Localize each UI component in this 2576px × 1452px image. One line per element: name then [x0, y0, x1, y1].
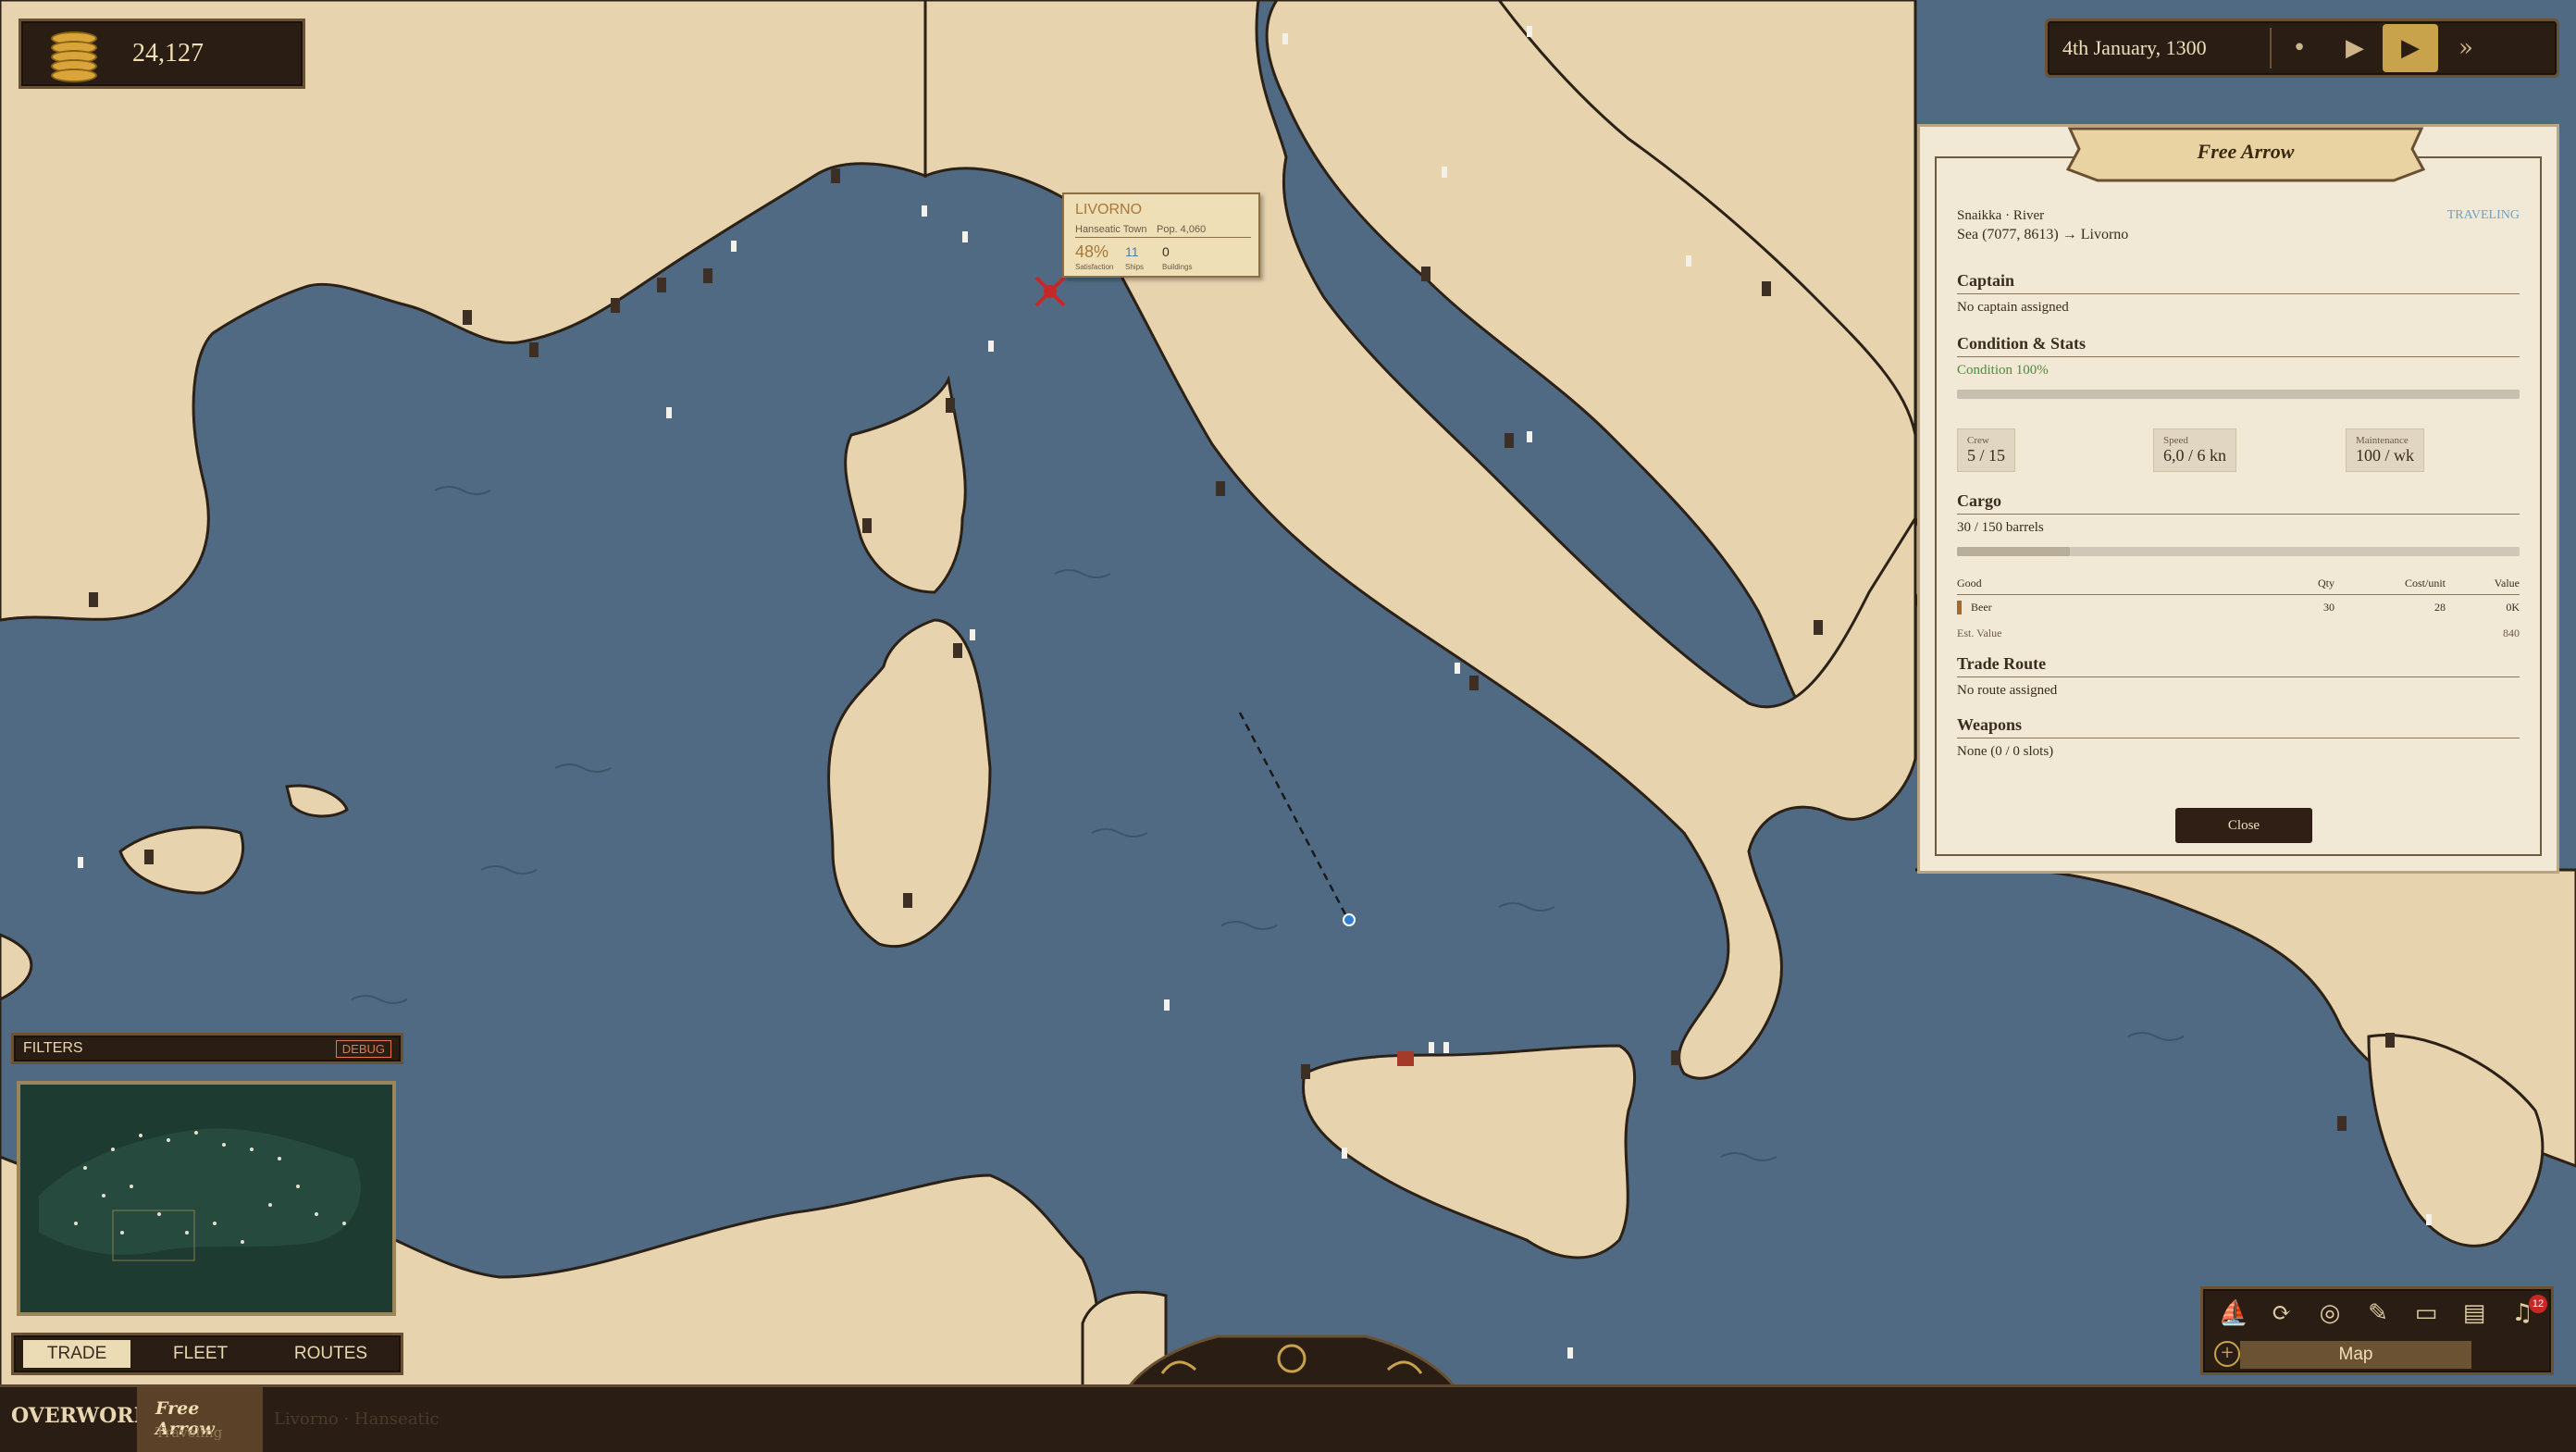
ship-name: Free Arrow [2197, 140, 2295, 163]
speed-stat: Speed 6,0 / 6 kn [2153, 428, 2237, 472]
ship-icon[interactable]: ⛵ [2216, 1297, 2251, 1330]
ship-type: Snaikka · River [1957, 208, 2045, 223]
ship-marker [1343, 913, 1356, 926]
ship-details-panel: Free Arrow Snaikka · River TRAVELING Sea… [1917, 124, 2559, 874]
condition-value: Condition 100% [1957, 363, 2049, 378]
trade-route-value: No route assigned [1957, 683, 2058, 698]
cargo-bar [1957, 547, 2520, 556]
map-button[interactable]: Map [2240, 1341, 2471, 1369]
minimap-dots [39, 1128, 361, 1261]
ship-route-text: Sea (7077, 8613) → Livorno [1957, 227, 2129, 242]
satisfaction-label: Satisfaction [1075, 263, 1114, 271]
cargo-table-header: Good Qty Cost/unit Value [1957, 577, 2520, 595]
tab-fleet[interactable]: FLEET [149, 1340, 252, 1368]
tab-routes[interactable]: ROUTES [270, 1340, 391, 1368]
cargo-value: 30 / 150 barrels [1957, 520, 2044, 535]
selected-ship-tab[interactable]: Free Arrow Traveling [137, 1387, 263, 1452]
date-display: 4th January, 1300 [2062, 36, 2207, 59]
town-name: LIVORNO [1075, 202, 1143, 217]
town-pop: Pop. 4,060 [1157, 224, 1207, 235]
town-buildings: 0 [1162, 244, 1170, 259]
cycle-icon[interactable]: ⟳ [2264, 1297, 2299, 1330]
breadcrumb: Livorno · Hanseatic [274, 1409, 440, 1429]
fastest-button[interactable]: » [2438, 24, 2494, 72]
filters-bar[interactable]: FILTERS DEBUG [11, 1033, 403, 1064]
town-ships: 11 [1125, 244, 1139, 259]
ships-label: Ships [1125, 263, 1145, 271]
captain-heading: Captain [1957, 271, 2520, 294]
ship-name-banner: Free Arrow [2061, 123, 2431, 190]
coins-icon [47, 28, 99, 82]
captain-value: No captain assigned [1957, 300, 2069, 315]
trade-route-heading: Trade Route [1957, 654, 2520, 677]
condition-bar [1957, 390, 2520, 399]
weapons-heading: Weapons [1957, 715, 2520, 738]
fast-forward-button[interactable]: ▶ [2383, 24, 2438, 72]
debug-toggle[interactable]: DEBUG [335, 1039, 391, 1058]
town-type: Hanseatic Town [1075, 224, 1147, 235]
condition-bar-fill [1957, 390, 2520, 399]
tab-trade[interactable]: TRADE [22, 1340, 131, 1368]
center-ornament[interactable] [1107, 1327, 1477, 1394]
compass-icon[interactable]: ◎ [2312, 1297, 2347, 1330]
gold-amount: 24,127 [132, 39, 204, 68]
red-town-marker [1397, 1051, 1414, 1066]
time-controls: 4th January, 1300 • ▶ ▶ » [2045, 19, 2559, 78]
cargo-bar-fill [1957, 547, 2070, 556]
pause-button[interactable]: • [2272, 24, 2327, 72]
condition-heading: Condition & Stats [1957, 334, 2520, 357]
estimated-value-row: Est. Value 840 [1957, 627, 2520, 639]
ship-status: TRAVELING [2446, 208, 2520, 222]
selected-ship-status: Traveling [155, 1424, 223, 1441]
cargo-row[interactable]: Beer 30 28 0K [1957, 601, 2520, 614]
notification-badge: 12 [2529, 1295, 2547, 1313]
weapons-value: None (0 / 0 slots) [1957, 744, 2054, 759]
crew-stat: Crew 5 / 15 [1957, 428, 2016, 472]
town-tooltip: LIVORNO Hanseatic Town Pop. 4,060 48% 11… [1062, 192, 1260, 278]
buildings-label: Buildings [1162, 263, 1193, 271]
close-button[interactable]: Close [2175, 808, 2312, 843]
chart-icon[interactable]: ▤ [2457, 1297, 2492, 1330]
scroll-icon[interactable]: ✎ [2360, 1297, 2396, 1330]
maintenance-stat: Maintenance 100 / wk [2346, 428, 2424, 472]
book-icon[interactable]: ▭ [2409, 1297, 2444, 1330]
bottom-tabs: TRADE FLEET ROUTES [11, 1333, 403, 1375]
play-button[interactable]: ▶ [2327, 24, 2383, 72]
filters-label: FILTERS [23, 1040, 83, 1056]
gold-counter: 24,127 [19, 19, 305, 89]
cargo-heading: Cargo [1957, 491, 2520, 515]
main-toolbar: ⛵ ⟳ ◎ ✎ ▭ ▤ ♫ 12 + Map [2200, 1286, 2554, 1375]
town-satisfaction: 48% [1075, 242, 1109, 261]
bottom-bar: OVERWORLD Free Arrow Traveling Livorno ·… [0, 1384, 2576, 1452]
minimap[interactable] [17, 1081, 396, 1316]
zoom-in-icon[interactable]: + [2214, 1341, 2240, 1367]
